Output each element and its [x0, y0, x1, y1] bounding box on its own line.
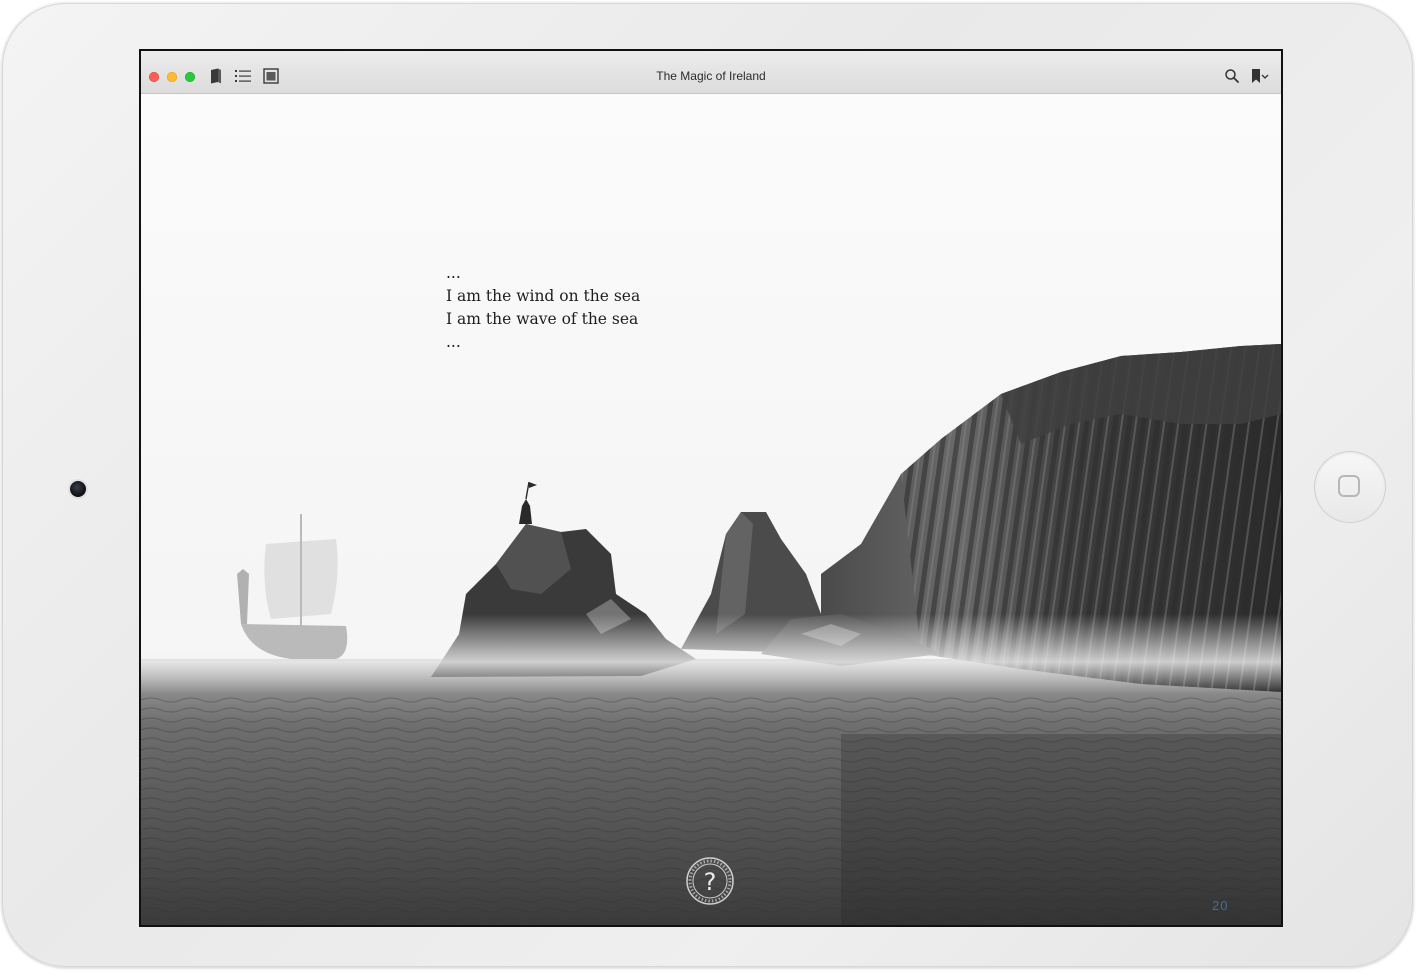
home-square-icon	[1338, 475, 1360, 497]
help-seal-icon: ?	[686, 857, 734, 905]
help-symbol: ?	[704, 868, 717, 896]
tablet-frame: The Magic of Ireland ... I am the wind o…	[2, 3, 1413, 967]
poem-line: ...	[446, 333, 461, 351]
title-bar: The Magic of Ireland	[141, 51, 1281, 94]
page-number: 20	[1212, 898, 1229, 913]
poem-line: I am the wave of the sea	[446, 310, 639, 328]
screen: The Magic of Ireland ... I am the wind o…	[139, 49, 1283, 927]
app-window: The Magic of Ireland ... I am the wind o…	[141, 51, 1281, 925]
poem-text: ... I am the wind on the sea I am the wa…	[446, 262, 640, 354]
home-button[interactable]	[1315, 452, 1385, 522]
sea-cliffs-illustration	[141, 94, 1281, 925]
book-page: ... I am the wind on the sea I am the wa…	[141, 94, 1281, 925]
chevron-down-icon[interactable]	[1260, 67, 1270, 85]
search-icon[interactable]	[1223, 67, 1241, 85]
poem-line: ...	[446, 264, 461, 282]
help-button[interactable]: ?	[684, 855, 736, 907]
window-title: The Magic of Ireland	[656, 69, 766, 83]
camera-icon	[70, 481, 86, 497]
poem-line: I am the wind on the sea	[446, 287, 641, 305]
